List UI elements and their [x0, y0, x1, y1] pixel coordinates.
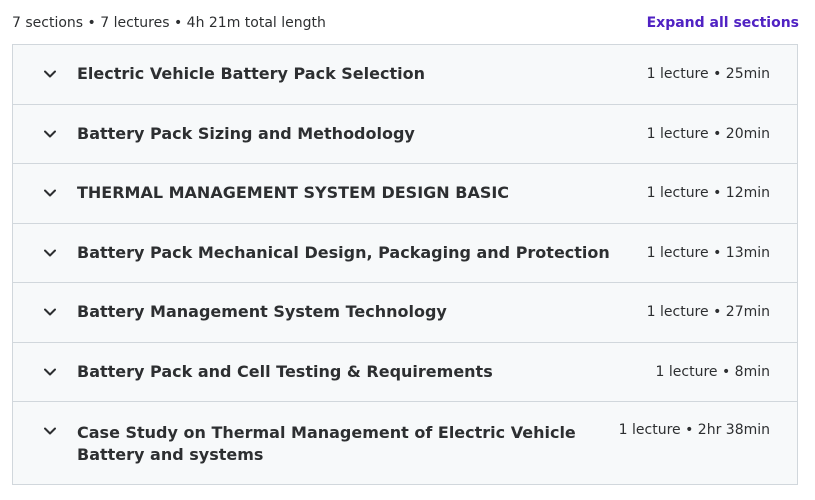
section-title: Electric Vehicle Battery Pack Selection: [77, 64, 425, 84]
chevron-down-icon: [43, 186, 57, 200]
chevron-down-icon: [43, 67, 57, 81]
section-header-6[interactable]: Battery Pack and Cell Testing & Requirem…: [13, 342, 797, 402]
section-title: THERMAL MANAGEMENT SYSTEM DESIGN BASIC: [77, 183, 510, 203]
section-title: Battery Pack and Cell Testing & Requirem…: [77, 361, 493, 381]
curriculum-section-list: Electric Vehicle Battery Pack Selection …: [12, 44, 798, 485]
section-title: Battery Management System Technology: [77, 302, 447, 322]
section-lecture-meta: 1 lecture • 13min: [646, 244, 770, 261]
expand-all-sections-button[interactable]: Expand all sections: [647, 15, 799, 31]
chevron-down-icon: [43, 246, 57, 260]
section-title: Case Study on Thermal Management of Elec…: [77, 423, 576, 464]
chevron-down-icon: [43, 305, 57, 319]
section-title: Battery Pack Mechanical Design, Packagin…: [77, 242, 610, 262]
section-header-1[interactable]: Electric Vehicle Battery Pack Selection …: [13, 45, 797, 105]
section-header-5[interactable]: Battery Management System Technology 1 l…: [13, 283, 797, 343]
section-lecture-meta: 1 lecture • 27min: [646, 304, 770, 321]
section-header-3[interactable]: THERMAL MANAGEMENT SYSTEM DESIGN BASIC 1…: [13, 164, 797, 224]
section-header-4[interactable]: Battery Pack Mechanical Design, Packagin…: [13, 223, 797, 283]
chevron-down-icon: [43, 365, 57, 379]
section-header-2[interactable]: Battery Pack Sizing and Methodology 1 le…: [13, 104, 797, 164]
course-summary-text: 7 sections • 7 lectures • 4h 21m total l…: [12, 15, 326, 31]
section-lecture-meta: 1 lecture • 12min: [646, 185, 770, 202]
chevron-down-icon: [43, 424, 57, 438]
section-header-7[interactable]: Case Study on Thermal Management of Elec…: [13, 402, 797, 484]
section-lecture-meta: 1 lecture • 20min: [646, 125, 770, 142]
course-content-header: 7 sections • 7 lectures • 4h 21m total l…: [12, 10, 799, 36]
section-title: Battery Pack Sizing and Methodology: [77, 123, 415, 143]
chevron-down-icon: [43, 127, 57, 141]
section-lecture-meta: 1 lecture • 8min: [655, 363, 770, 380]
section-lecture-meta: 1 lecture • 2hr 38min: [618, 422, 770, 438]
section-lecture-meta: 1 lecture • 25min: [646, 66, 770, 83]
